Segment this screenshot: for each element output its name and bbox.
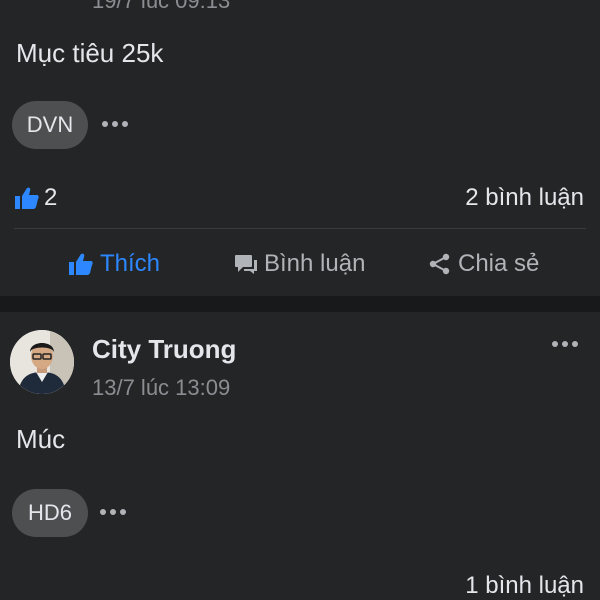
thumbs-up-icon [15,187,39,209]
comment-label: Bình luận [264,250,366,277]
comment-button[interactable]: Bình luận [234,248,365,280]
thumbs-up-icon [69,253,93,275]
more-icon[interactable] [100,508,130,516]
tag-chip[interactable]: HD6 [12,489,88,537]
post-timestamp: 13/7 lúc 13:09 [92,375,231,400]
like-button[interactable]: Thích [68,248,160,280]
reaction-summary[interactable]: 2 [14,184,57,212]
post-text: Mục tiêu 25k [16,38,164,68]
like-count: 2 [44,184,58,211]
comment-icon [235,255,257,274]
post-card: 19/7 lúc 09:13 Mục tiêu 25k DVN 2 2 bình… [0,0,600,296]
more-icon[interactable] [102,120,132,128]
comment-count[interactable]: 1 bình luận [465,572,584,600]
author-name[interactable]: City Truong [92,334,236,365]
tag-chip[interactable]: DVN [12,101,88,149]
post-divider [0,296,600,312]
post-card: City Truong 13/7 lúc 13:09 Múc HD6 1 bìn… [0,312,600,600]
post-timestamp: 19/7 lúc 09:13 [92,0,231,13]
avatar[interactable] [10,330,74,394]
share-button[interactable]: Chia sẻ [428,248,539,280]
share-icon [429,253,450,275]
separator [14,228,586,229]
share-label: Chia sẻ [458,250,540,277]
comment-count[interactable]: 2 bình luận [465,184,584,212]
post-text: Múc [16,424,66,454]
more-icon[interactable] [552,340,582,348]
like-label: Thích [100,250,161,277]
